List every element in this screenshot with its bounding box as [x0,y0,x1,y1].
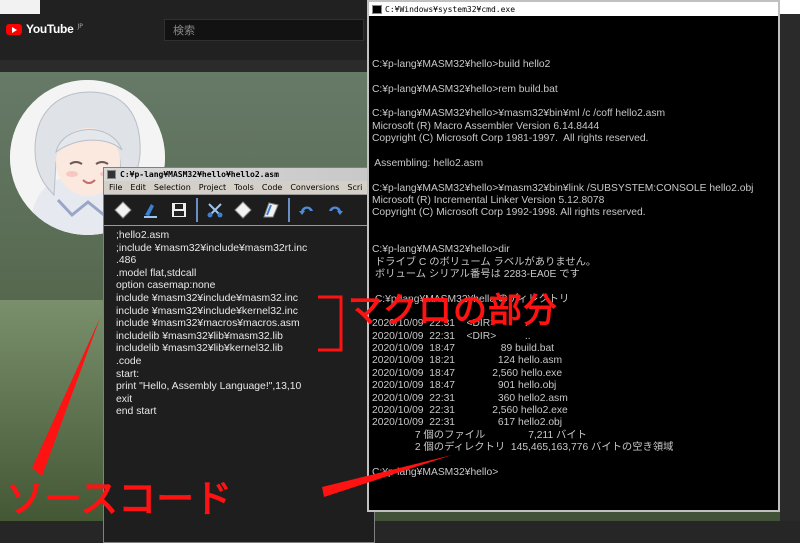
console-line: 2020/10/09 22:31 617 hello2.obj [372,417,563,429]
console-line: C:¥p-lang¥MASM32¥hello>build hello2 [372,59,551,71]
menu-conversions[interactable]: Conversions [290,183,339,192]
code-line: option casemap:none [116,280,216,292]
menu-script[interactable]: Scri [347,183,362,192]
console-line: 2 個のディレクトリ 145,465,163,776 バイトの空き領域 [372,441,674,453]
undo-icon[interactable] [296,199,318,221]
console-line: 7 個のファイル 7,211 バイト [372,429,587,441]
source-annotation: ソースコード [6,477,233,521]
console-line: 2020/10/09 18:47 2,560 hello.exe [372,367,563,379]
desktop-right-strip [780,0,800,543]
console-line: 2020/10/09 18:21 124 hello.asm [372,355,563,367]
console-line: Copyright (C) Microsoft Corp 1981-1997. … [372,133,649,145]
paste-icon[interactable] [260,199,282,221]
console-line: C:¥p-lang¥MASM32¥hello> [372,466,499,478]
console-line: 2020/10/09 18:47 89 build.bat [372,343,555,355]
console-line: C:¥p-lang¥MASM32¥hello>rem build.bat [372,83,558,95]
code-line: print "Hello, Assembly Language!",13,10 [116,381,302,393]
macro-annotation: マクロの部分 [348,291,558,331]
youtube-logo-text: YouTube [26,22,74,36]
console-line: C:¥p-lang¥MASM32¥hello>dir [372,244,510,256]
console-line: 2020/10/09 22:31 2,560 hello2.exe [372,404,568,416]
code-line: ;hello2.asm [116,230,170,241]
cut-icon[interactable] [204,199,226,221]
console-line: Copyright (C) Microsoft Corp 1992-1998. … [372,207,646,219]
editor-toolbar [104,194,374,226]
console-line: Microsoft (R) Incremental Linker Version… [372,194,605,206]
code-line: .486 [116,255,137,267]
code-line: start: [116,368,140,380]
cmd-title: C:¥Windows¥system32¥cmd.exe [385,4,516,14]
code-line: exit [116,393,133,405]
command-prompt-window[interactable]: C:¥Windows¥system32¥cmd.exe C:¥p-lang¥MA… [367,0,780,512]
cmd-titlebar[interactable]: C:¥Windows¥system32¥cmd.exe [369,2,778,16]
code-line: ;include ¥masm32¥include¥masm32rt.inc [116,242,308,254]
console-line: C:¥p-lang¥MASM32¥hello>¥masm32¥bin¥ml /c… [372,108,666,120]
youtube-search-input[interactable]: 検索 [164,19,364,41]
console-line: Assembling: hello2.asm [372,157,484,169]
code-line: .model flat,stdcall [116,267,197,279]
new-file-icon[interactable] [112,199,134,221]
console-line: 2020/10/09 22:31 360 hello2.asm [372,392,568,404]
code-line: include ¥masm32¥include¥masm32.inc [116,292,298,304]
copy-icon[interactable] [232,199,254,221]
code-line: includelib ¥masm32¥lib¥masm32.lib [116,330,283,342]
code-line: include ¥masm32¥macros¥macros.asm [116,318,300,330]
menu-tools[interactable]: Tools [234,183,254,192]
console-line: 2020/10/09 22:31 <DIR> .. [372,330,531,342]
code-line: end start [116,406,157,418]
desktop-right-strip-top [780,0,800,14]
code-line: includelib ¥masm32¥lib¥kernel32.lib [116,343,283,355]
menu-selection[interactable]: Selection [154,183,191,192]
youtube-play-icon [6,23,22,35]
console-line: C:¥p-lang¥MASM32¥hello>¥masm32¥bin¥link … [372,182,754,194]
editor-app-icon [107,170,116,179]
editor-titlebar[interactable]: C:¥p-lang¥MASM32¥hello¥hello2.asm [104,168,374,181]
cmd-app-icon [372,4,382,14]
console-line: 2020/10/09 18:47 901 hello.obj [372,380,557,392]
editor-menubar: File Edit Selection Project Tools Code C… [104,181,374,194]
editor-title: C:¥p-lang¥MASM32¥hello¥hello2.asm [120,170,279,179]
console-line: ドライブ C のボリューム ラベルがありません。 [372,256,597,268]
console-line: Microsoft (R) Macro Assembler Version 6.… [372,120,600,132]
toolbar-separator [288,198,290,222]
menu-project[interactable]: Project [199,183,226,192]
cmd-output[interactable]: C:¥p-lang¥MASM32¥hello>build hello2 C:¥p-… [372,16,772,510]
youtube-logo-region: JP [77,22,83,30]
code-line: include ¥masm32¥include¥kernel32.inc [116,305,298,317]
console-line: ボリューム シリアル番号は 2283-EA0E です [372,269,580,280]
redo-icon[interactable] [324,199,346,221]
menu-edit[interactable]: Edit [130,183,146,192]
menu-file[interactable]: File [109,183,122,192]
toolbar-separator [196,198,198,222]
open-file-icon[interactable] [140,199,162,221]
browser-tab-strip [0,0,40,14]
save-icon[interactable] [168,199,190,221]
code-line: .code [116,355,142,367]
menu-code[interactable]: Code [262,183,282,192]
youtube-logo[interactable]: YouTube JP [6,22,83,36]
